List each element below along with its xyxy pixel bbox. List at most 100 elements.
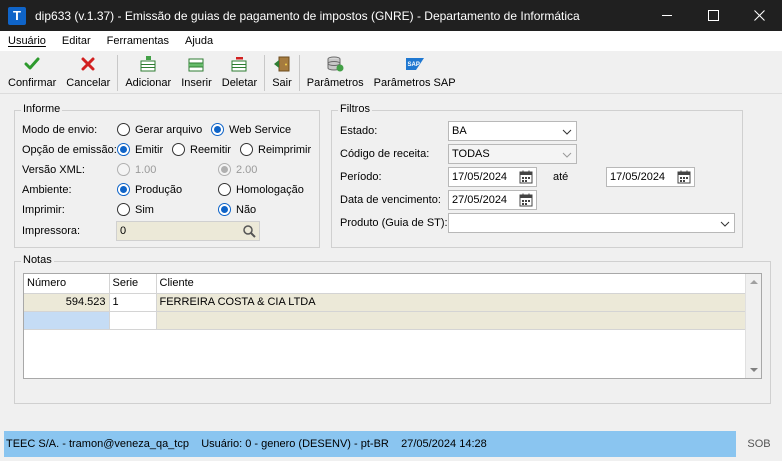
radio-reemitir[interactable]: Reemitir [172,143,231,156]
radio-label: Web Service [229,123,292,136]
menu-editar[interactable]: Editar [54,35,99,47]
toolbar-separator [298,55,300,91]
radio-sim[interactable]: Sim [117,203,154,216]
radio-versao-200[interactable]: 2.00 [218,163,257,176]
minimize-button[interactable] [644,0,690,31]
menu-ferramentas[interactable]: Ferramentas [99,35,177,47]
table-scrollbar[interactable] [745,274,761,378]
impressora-field[interactable]: 0 [116,221,260,241]
periodo-from-value: 17/05/2024 [452,171,508,183]
radio-emitir[interactable]: Emitir [117,143,163,156]
radio-label: Reemitir [190,143,231,156]
chevron-down-icon [562,152,572,158]
add-row-icon [139,55,157,73]
periodo-from-field[interactable]: 17/05/2024 [448,167,537,187]
table-row[interactable]: 594.523 1 FERREIRA COSTA & CIA LTDA [24,293,747,312]
menu-ajuda[interactable]: Ajuda [177,35,221,47]
codigo-receita-value: TODAS [452,148,490,160]
sair-button[interactable]: Sair [267,51,297,93]
cell-serie[interactable]: 1 [109,293,157,312]
radio-label: Gerar arquivo [135,123,203,136]
cancelar-label: Cancelar [66,77,111,89]
adicionar-button[interactable]: Adicionar [120,51,176,93]
chevron-down-icon [562,129,572,135]
codigo-receita-select[interactable]: TODAS [448,144,577,164]
menu-usuario[interactable]: Usuário [0,35,54,47]
column-header-numero[interactable]: Número [24,274,110,294]
radio-circle [240,143,253,156]
column-header-cliente[interactable]: Cliente [156,274,747,294]
table-row-new[interactable] [24,311,747,330]
radio-producao[interactable]: Produção [117,183,182,196]
cancelar-button[interactable]: Cancelar [61,51,115,93]
radio-nao[interactable]: Não [218,203,256,216]
cell-numero-selected[interactable] [24,311,110,330]
x-icon [79,55,97,73]
notas-title: Notas [21,254,54,266]
status-indicator: SOB [747,438,771,450]
search-icon[interactable] [242,224,256,238]
parametros-sap-button[interactable]: SAP Parâmetros SAP [369,51,461,93]
title-bar: T dip633 (v.1.37) - Emissão de guias de … [0,0,782,31]
cell-cliente[interactable] [156,311,747,330]
confirmar-button[interactable]: Confirmar [3,51,61,93]
ambiente-label: Ambiente: [22,184,72,196]
radio-versao-100[interactable]: 1.00 [117,163,156,176]
inserir-button[interactable]: Inserir [176,51,217,93]
deletar-button[interactable]: Deletar [217,51,262,93]
periodo-to-field[interactable]: 17/05/2024 [606,167,695,187]
close-button[interactable] [736,0,782,31]
radio-circle [117,203,130,216]
app-icon: T [8,6,26,25]
filtros-title: Filtros [338,103,372,115]
calendar-icon[interactable] [519,193,533,207]
vencimento-value: 27/05/2024 [452,194,508,206]
status-text: TEEC S/A. - tramon@veneza_qa_tcp Usuário… [6,438,487,450]
scroll-down-arrow-icon[interactable] [750,368,758,372]
estado-select[interactable]: BA [448,121,577,141]
radio-circle [172,143,185,156]
maximize-icon [707,10,719,21]
vencimento-field[interactable]: 27/05/2024 [448,190,537,210]
confirmar-label: Confirmar [8,77,57,89]
periodo-label: Período: [340,171,382,183]
imprimir-label: Imprimir: [22,204,65,216]
radio-circle-selected [218,203,231,216]
radio-homologacao[interactable]: Homologação [218,183,304,196]
vencimento-label: Data de vencimento: [340,194,441,206]
cell-serie[interactable] [109,311,157,330]
exit-door-icon [273,55,291,73]
periodo-to-value: 17/05/2024 [610,171,666,183]
radio-label: 1.00 [135,163,157,176]
modo-envio-label: Modo de envio: [22,124,98,136]
calendar-icon[interactable] [519,170,533,184]
estado-label: Estado: [340,125,378,137]
radio-circle [117,123,130,136]
sair-label: Sair [272,77,292,89]
scroll-up-arrow-icon[interactable] [750,280,758,284]
delete-row-icon [230,55,248,73]
radio-gerar-arquivo[interactable]: Gerar arquivo [117,123,202,136]
calendar-icon[interactable] [677,170,691,184]
radio-label: Reimprimir [258,143,312,156]
cell-numero[interactable]: 594.523 [24,293,110,312]
parametros-button[interactable]: Parâmetros [302,51,369,93]
status-bar: TEEC S/A. - tramon@veneza_qa_tcp Usuário… [4,431,736,457]
radio-label: Não [236,203,257,216]
produto-label: Produto (Guia de ST): [340,217,448,229]
radio-label: Produção [135,183,183,196]
table-header-row: Número Serie Cliente [24,274,747,294]
close-icon [753,10,765,21]
toolbar-separator [264,55,266,91]
produto-select[interactable] [448,213,735,233]
column-header-serie[interactable]: Serie [109,274,157,294]
radio-reimprimir[interactable]: Reimprimir [240,143,311,156]
radio-circle-selected [211,123,224,136]
maximize-button[interactable] [690,0,736,31]
minimize-icon [661,15,672,16]
database-settings-icon [326,55,344,73]
cell-cliente[interactable]: FERREIRA COSTA & CIA LTDA [156,293,747,312]
radio-web-service[interactable]: Web Service [211,123,291,136]
adicionar-label: Adicionar [125,77,172,89]
parametros-label: Parâmetros [306,77,364,89]
